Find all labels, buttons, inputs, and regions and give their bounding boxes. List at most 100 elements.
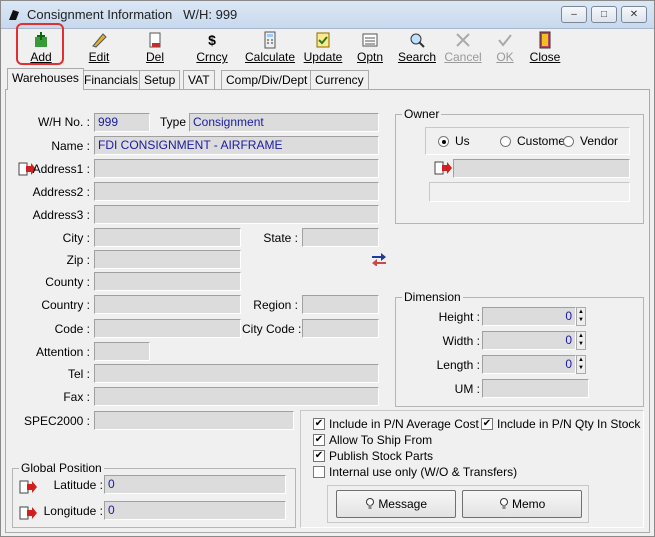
longitude-field[interactable]: 0 bbox=[104, 501, 286, 520]
address1-label: Address1 : bbox=[32, 162, 90, 176]
owner-vendor-radio[interactable] bbox=[563, 136, 574, 147]
height-field[interactable]: 0 bbox=[482, 307, 576, 326]
height-label: Height : bbox=[438, 310, 480, 324]
pencil-icon bbox=[92, 33, 107, 48]
tel-label: Tel : bbox=[67, 367, 90, 381]
publish-checkbox[interactable]: ✔ bbox=[313, 450, 325, 462]
search-button[interactable]: Search bbox=[395, 31, 439, 65]
dollar-icon: $ bbox=[208, 32, 216, 48]
fax-field[interactable] bbox=[94, 387, 379, 406]
spec2000-field[interactable] bbox=[94, 411, 294, 430]
qty-in-stock-checkbox[interactable]: ✔ bbox=[481, 418, 493, 430]
allow-ship-label: Allow To Ship From bbox=[329, 433, 433, 447]
buttons-frame: Message Memo bbox=[327, 485, 589, 523]
message-button[interactable]: Message bbox=[336, 490, 456, 518]
type-label: Type bbox=[159, 115, 186, 129]
options-area: ✔ Include in P/N Average Cost ✔ Include … bbox=[300, 410, 644, 528]
delete-button[interactable]: Del bbox=[135, 31, 175, 65]
region-field[interactable] bbox=[302, 295, 379, 314]
longitude-icon[interactable] bbox=[19, 506, 37, 520]
length-label: Length : bbox=[436, 358, 480, 372]
search-icon bbox=[410, 33, 425, 48]
address1-field[interactable] bbox=[94, 159, 379, 178]
ok-button[interactable]: OK bbox=[491, 31, 519, 65]
option-button[interactable]: Optn bbox=[353, 31, 387, 65]
region-label: Region : bbox=[253, 298, 298, 312]
attention-field[interactable] bbox=[94, 342, 150, 361]
type-field[interactable]: Consignment bbox=[189, 113, 379, 132]
state-field[interactable] bbox=[302, 228, 379, 247]
owner-customer-radio[interactable] bbox=[500, 136, 511, 147]
address2-label: Address2 : bbox=[32, 185, 90, 199]
tab-comp-div-dept[interactable]: Comp/Div/Dept bbox=[221, 70, 313, 90]
longitude-label: Longitude : bbox=[43, 504, 103, 518]
city-code-field[interactable] bbox=[302, 319, 379, 338]
update-button[interactable]: Update bbox=[301, 31, 345, 65]
tab-warehouses[interactable]: Warehouses bbox=[7, 68, 84, 90]
address3-field[interactable] bbox=[94, 205, 379, 224]
options-icon bbox=[362, 33, 378, 47]
swap-icon[interactable] bbox=[371, 252, 387, 266]
owner-title: Owner bbox=[402, 107, 442, 121]
publish-label: Publish Stock Parts bbox=[329, 449, 434, 463]
maximize-button[interactable]: □ bbox=[591, 6, 617, 23]
zip-field[interactable] bbox=[94, 250, 241, 269]
dimension-title: Dimension bbox=[402, 290, 463, 304]
bulb-icon bbox=[365, 498, 374, 509]
address2-field[interactable] bbox=[94, 182, 379, 201]
close-button[interactable]: Close bbox=[527, 31, 563, 65]
tab-financials[interactable]: Financials bbox=[79, 70, 144, 90]
calculate-button[interactable]: Calculate bbox=[243, 31, 297, 65]
width-spinner[interactable]: ▲ ▼ bbox=[576, 331, 586, 350]
tab-setup[interactable]: Setup bbox=[139, 70, 181, 90]
allow-ship-checkbox[interactable]: ✔ bbox=[313, 434, 325, 446]
internal-label: Internal use only (W/O & Transfers) bbox=[329, 465, 518, 479]
dimension-group: Dimension Height : 0 ▲ ▼ Width : 0 ▲ ▼ Len… bbox=[395, 290, 644, 407]
latitude-icon[interactable] bbox=[19, 480, 37, 494]
owner-options: Us Customer Vendor bbox=[425, 127, 630, 155]
tel-field[interactable] bbox=[94, 364, 379, 383]
owner-code-field[interactable] bbox=[453, 159, 630, 178]
avg-cost-checkbox[interactable]: ✔ bbox=[313, 418, 325, 430]
city-code-label: City Code : bbox=[242, 322, 302, 336]
length-field[interactable]: 0 bbox=[482, 355, 576, 374]
owner-lookup-icon[interactable] bbox=[434, 161, 452, 175]
avg-cost-label: Include in P/N Average Cost bbox=[329, 417, 479, 431]
attention-label: Attention : bbox=[35, 345, 90, 359]
edit-button[interactable]: Edit bbox=[79, 31, 119, 65]
owner-customer-label: Customer bbox=[517, 134, 570, 148]
tab-currency[interactable]: Currency bbox=[310, 70, 369, 90]
close-window-button[interactable]: ✕ bbox=[621, 6, 647, 23]
internal-checkbox[interactable] bbox=[313, 466, 325, 478]
bulb-icon bbox=[499, 498, 508, 509]
cancel-x-icon bbox=[456, 33, 470, 47]
length-spinner[interactable]: ▲ ▼ bbox=[576, 355, 586, 374]
county-field[interactable] bbox=[94, 272, 241, 291]
toolbar: Add Edit Del $ Crncy Calculate Update Op… bbox=[1, 29, 654, 67]
door-icon bbox=[539, 31, 551, 49]
country-field[interactable] bbox=[94, 295, 241, 314]
app-icon bbox=[9, 10, 19, 20]
owner-name-field bbox=[429, 182, 630, 202]
cancel-button[interactable]: Cancel bbox=[443, 31, 483, 65]
currency-button[interactable]: $ Crncy bbox=[191, 31, 233, 65]
owner-us-radio[interactable] bbox=[438, 136, 449, 147]
tab-vat[interactable]: VAT bbox=[183, 70, 215, 90]
county-label: County : bbox=[45, 275, 90, 289]
latitude-field[interactable]: 0 bbox=[104, 475, 286, 494]
add-highlight bbox=[16, 23, 64, 65]
qty-in-stock-label: Include in P/N Qty In Stock bbox=[497, 417, 641, 431]
um-field[interactable] bbox=[482, 379, 589, 398]
owner-us-label: Us bbox=[455, 134, 470, 148]
height-spinner[interactable]: ▲ ▼ bbox=[576, 307, 586, 326]
wh-no-field[interactable]: 999 bbox=[94, 113, 150, 132]
name-field[interactable]: FDI CONSIGNMENT - AIRFRAME bbox=[94, 136, 379, 155]
width-field[interactable]: 0 bbox=[482, 331, 576, 350]
delete-icon bbox=[149, 32, 161, 48]
minimize-button[interactable]: – bbox=[561, 6, 587, 23]
code-field[interactable] bbox=[94, 319, 241, 338]
country-label: Country : bbox=[41, 298, 90, 312]
message-label: Message bbox=[378, 497, 428, 511]
memo-button[interactable]: Memo bbox=[462, 490, 582, 518]
city-field[interactable] bbox=[94, 228, 241, 247]
